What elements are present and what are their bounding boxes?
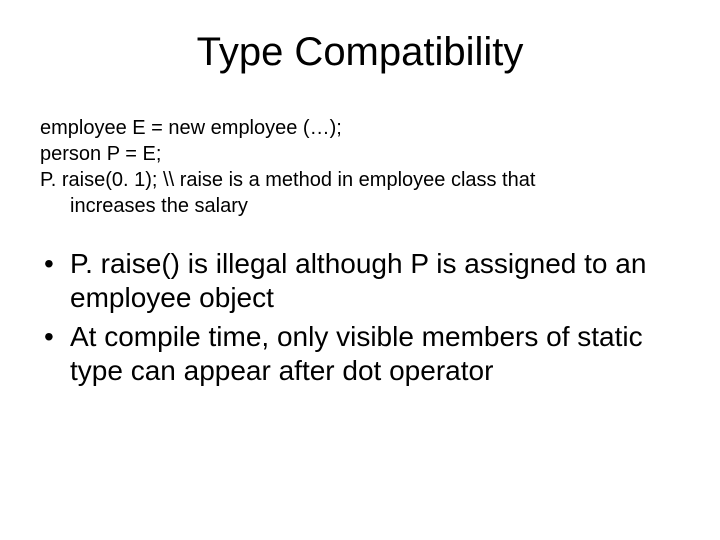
code-line-3b: increases the salary [40,193,680,219]
slide: Type Compatibility employee E = new empl… [0,0,720,540]
bullet-item: P. raise() is illegal although P is assi… [40,247,680,314]
bullet-item: At compile time, only visible members of… [40,320,680,387]
code-line-3: P. raise(0. 1); \\ raise is a method in … [40,167,680,193]
code-line-1: employee E = new employee (…); [40,115,680,141]
bullet-list: P. raise() is illegal although P is assi… [40,247,680,387]
slide-title: Type Compatibility [40,30,680,75]
code-line-2: person P = E; [40,141,680,167]
code-block: employee E = new employee (…); person P … [40,115,680,219]
